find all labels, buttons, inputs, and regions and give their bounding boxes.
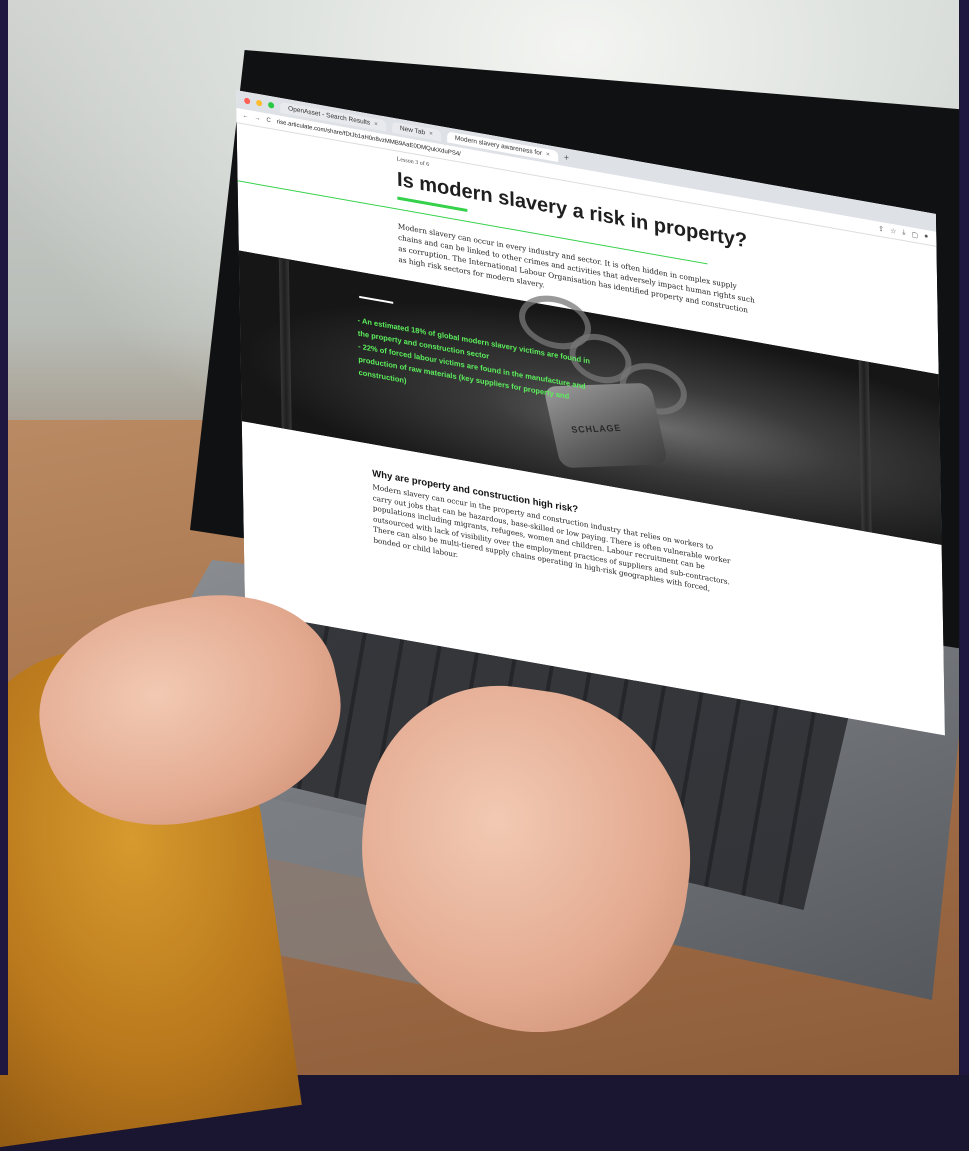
minimize-window-button[interactable] [256, 99, 263, 107]
tab-close-icon[interactable]: × [374, 120, 378, 128]
banner-accent-line [359, 295, 394, 304]
share-icon[interactable]: ⇪ [878, 225, 884, 234]
gate-bar [858, 360, 872, 533]
tab-label: New Tab [399, 124, 426, 136]
tab-close-icon[interactable]: × [546, 150, 550, 158]
download-icon[interactable]: ⤓ [902, 229, 905, 238]
back-icon[interactable]: ← [242, 113, 248, 120]
tab-close-icon[interactable]: × [429, 130, 433, 138]
new-tab-button[interactable]: + [564, 152, 569, 163]
profile-icon[interactable]: ● [924, 233, 928, 242]
sidepanel-icon[interactable]: ▢ [911, 230, 918, 240]
reload-icon[interactable]: C [266, 117, 270, 124]
star-icon[interactable]: ☆ [890, 227, 896, 236]
padlock-brand: SCHLAGE [570, 422, 623, 435]
close-window-button[interactable] [244, 97, 251, 105]
forward-icon[interactable]: → [254, 115, 260, 122]
gate-bar [278, 257, 292, 430]
lesson-counter: Lesson 3 of 6 [396, 156, 430, 169]
maximize-window-button[interactable] [268, 101, 275, 109]
